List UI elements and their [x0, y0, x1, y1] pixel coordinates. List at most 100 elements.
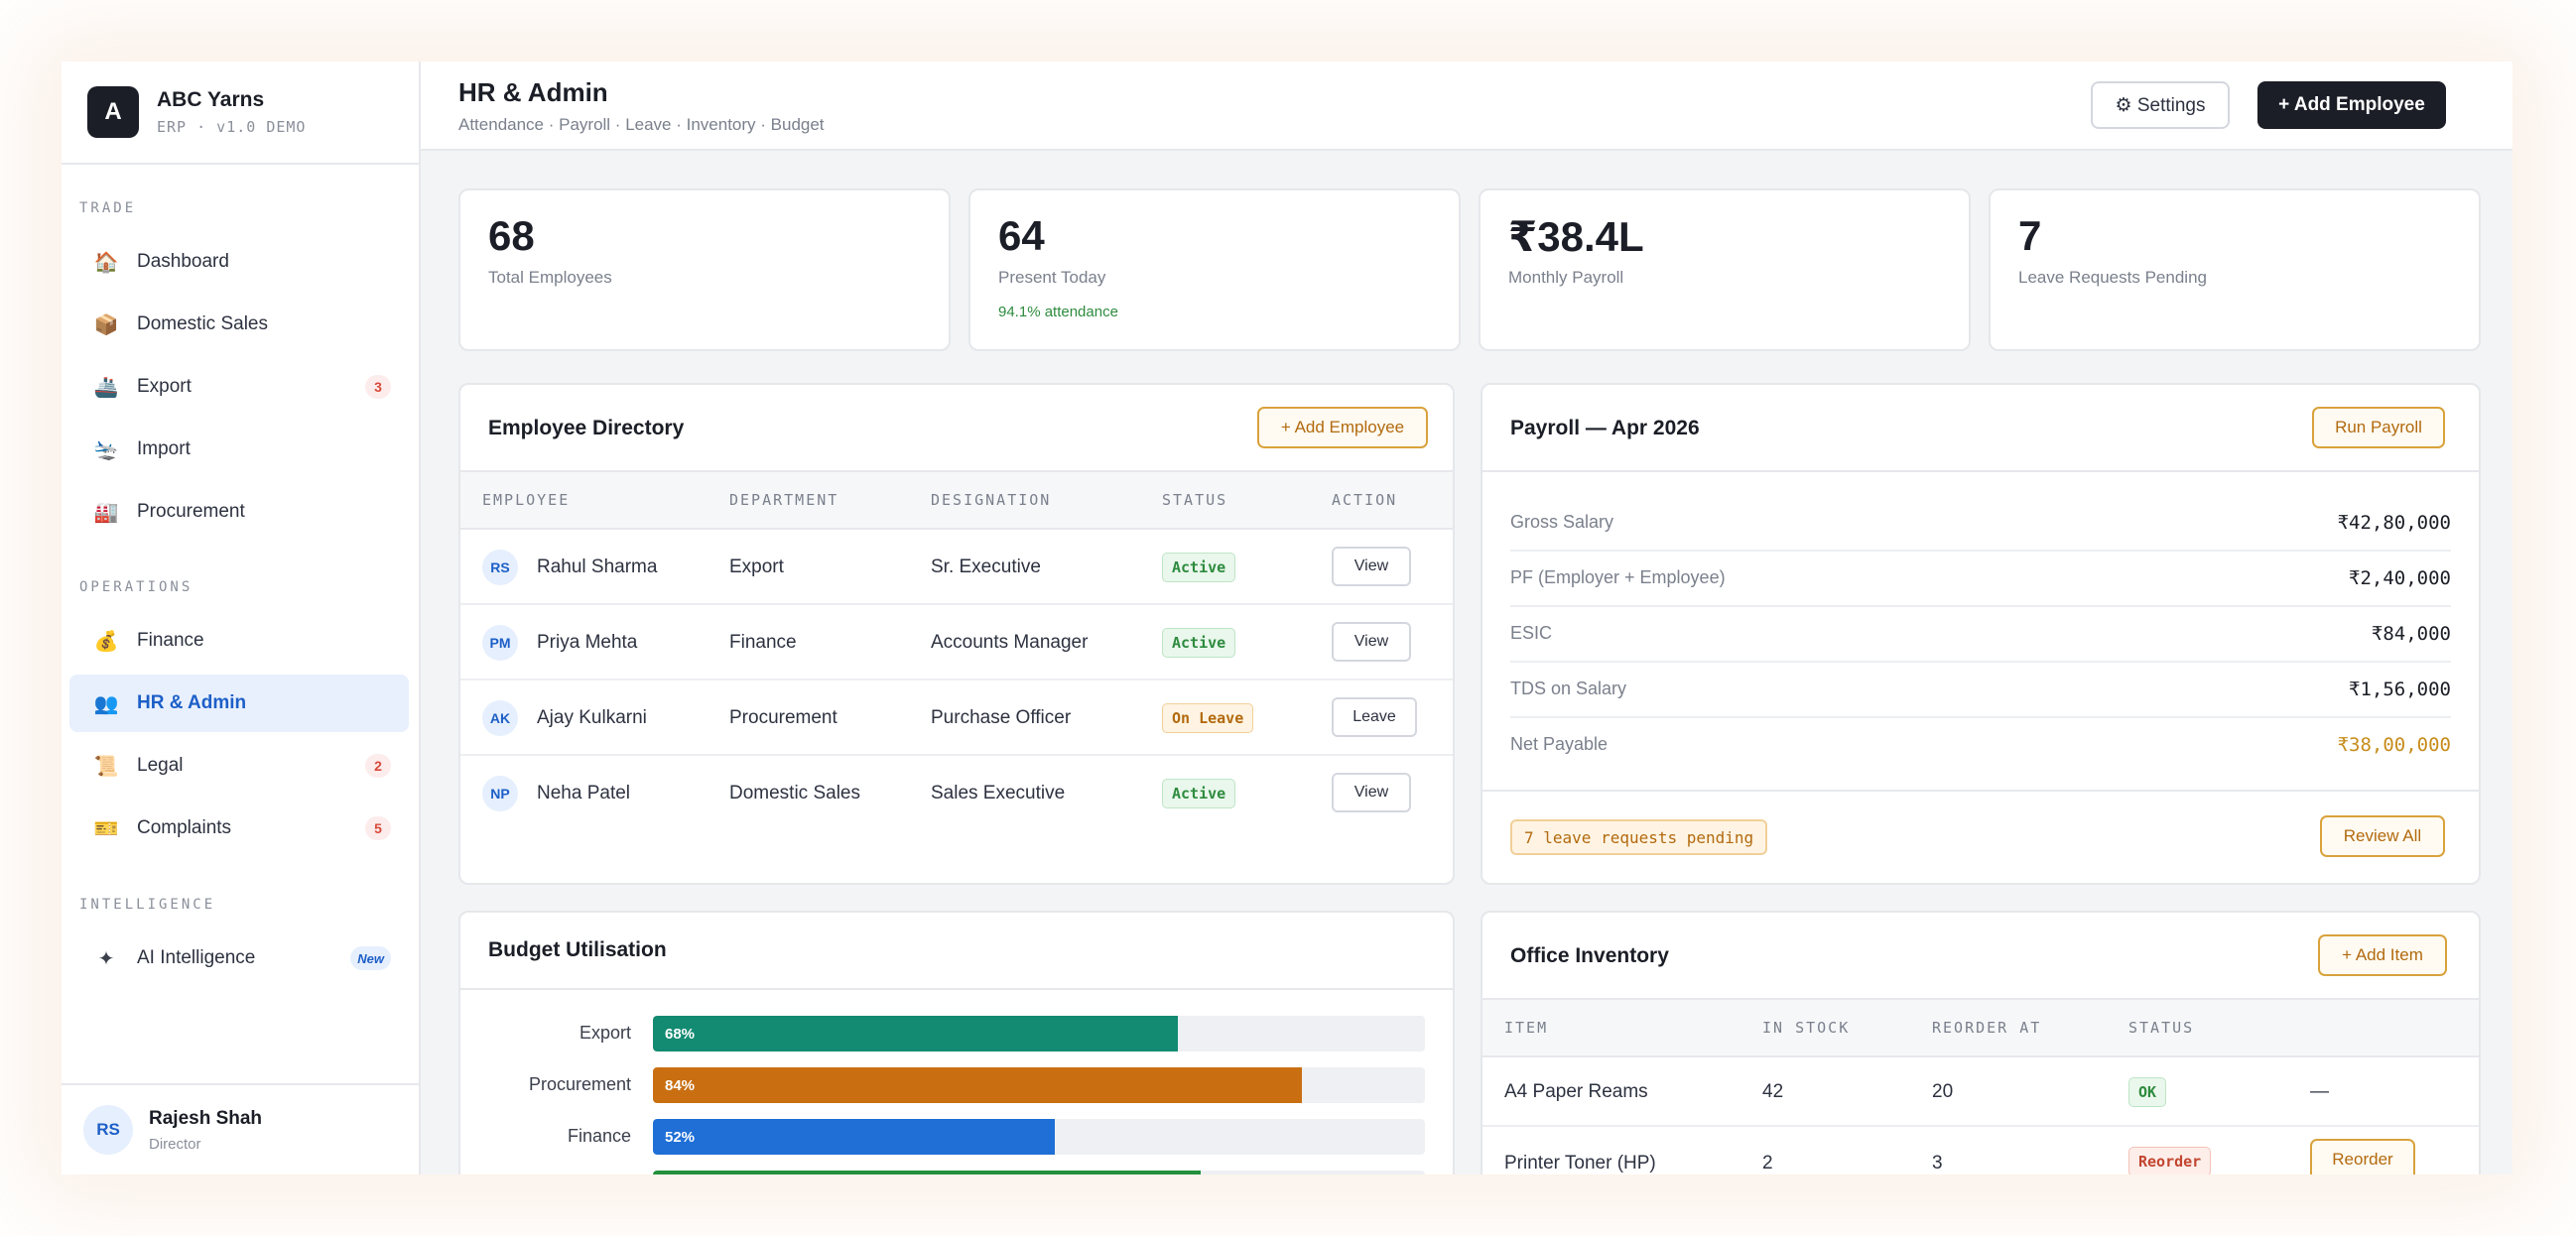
employee-designation: Accounts Manager	[931, 632, 1089, 653]
sidebar-item-dashboard[interactable]: 🏠 Dashboard	[69, 233, 409, 291]
budget-label: Procurement	[528, 1074, 631, 1094]
column-header: STATUS	[2128, 1019, 2195, 1037]
stat-value: 64	[998, 212, 1045, 259]
sparkle-icon: ✦	[97, 947, 115, 970]
brand-logo[interactable]: A	[87, 86, 139, 138]
sidebar-item-complaints[interactable]: 🎫 Complaints 5	[69, 800, 409, 857]
payroll-row: Gross Salary ₹42,80,000	[1510, 496, 2451, 552]
topbar: HR & Admin Attendance · Payroll · Leave …	[421, 62, 2512, 151]
budget-track: 68%	[653, 1016, 1425, 1051]
column-header: ITEM	[1504, 1019, 1549, 1037]
sidebar-item-label: Finance	[137, 630, 204, 651]
view-button[interactable]: View	[1332, 622, 1411, 662]
status-badge: Active	[1162, 779, 1236, 808]
no-action-dash: —	[2310, 1081, 2329, 1102]
payroll-label: Gross Salary	[1510, 512, 1614, 532]
payroll-row: ESIC ₹84,000	[1510, 607, 2451, 663]
item-reorder-at: 20	[1932, 1081, 1954, 1102]
payroll-label: PF (Employer + Employee)	[1510, 567, 1726, 587]
employee-name: Rahul Sharma	[537, 556, 658, 577]
employee-designation: Sales Executive	[931, 783, 1066, 803]
stat-label: Present Today	[998, 268, 1106, 287]
column-header: DEPARTMENT	[729, 491, 839, 509]
budget-label: Export	[579, 1023, 631, 1043]
budget-track: 52%	[653, 1119, 1425, 1155]
employee-designation: Sr. Executive	[931, 556, 1041, 577]
view-button[interactable]: View	[1332, 773, 1411, 812]
avatar: AK	[482, 700, 518, 736]
view-button[interactable]: View	[1332, 547, 1411, 586]
employee-department: Domestic Sales	[729, 783, 860, 803]
column-header: REORDER AT	[1932, 1019, 2042, 1037]
sidebar-item-label: Legal	[137, 755, 184, 776]
table-row[interactable]: NP Neha Patel Domestic Sales Sales Execu…	[460, 756, 1453, 831]
sidebar-item-finance[interactable]: 💰 Finance	[69, 612, 409, 670]
sidebar-item-label: Export	[137, 376, 192, 397]
sidebar-item-label: AI Intelligence	[137, 947, 256, 968]
avatar: NP	[482, 776, 518, 811]
section-label-operations: OPERATIONS	[79, 579, 193, 595]
payroll-value: ₹1,56,000	[2349, 679, 2451, 700]
sidebar: A ABC Yarns ERP · v1.0 DEMO TRADE 🏠 Dash…	[62, 62, 421, 1174]
payroll-label: Net Payable	[1510, 734, 1609, 754]
count-badge: 2	[365, 754, 391, 778]
budget-bar: 84%	[653, 1067, 1302, 1103]
table-row[interactable]: RS Rahul Sharma Export Sr. Executive Act…	[460, 530, 1453, 605]
sidebar-item-legal[interactable]: 📜 Legal 2	[69, 737, 409, 795]
pending-leave-pill[interactable]: 7 leave requests pending	[1510, 819, 1768, 855]
brand-version: ERP · v1.0 DEMO	[157, 118, 307, 136]
section-label-trade: TRADE	[79, 200, 137, 216]
table-row[interactable]: Printer Toner (HP) 2 3 Reorder Reorder	[1482, 1127, 2479, 1174]
budget-track	[653, 1171, 1425, 1174]
plane-icon: 🛬	[93, 438, 119, 461]
stat-label: Total Employees	[488, 268, 612, 287]
item-name: Printer Toner (HP)	[1504, 1153, 1656, 1174]
sidebar-item-ai-intelligence[interactable]: ✦ AI Intelligence New	[69, 929, 409, 987]
sidebar-item-label: Domestic Sales	[137, 313, 268, 334]
count-badge: 5	[365, 816, 391, 840]
item-stock: 42	[1762, 1081, 1784, 1102]
employee-department: Export	[729, 556, 784, 577]
table-row[interactable]: A4 Paper Reams 42 20 OK —	[1482, 1057, 2479, 1127]
sidebar-item-domestic-sales[interactable]: 📦 Domestic Sales	[69, 296, 409, 353]
column-header: IN STOCK	[1762, 1019, 1851, 1037]
sidebar-item-procurement[interactable]: 🏭 Procurement	[69, 483, 409, 541]
settings-button[interactable]: ⚙ Settings	[2091, 81, 2230, 129]
count-badge: 3	[365, 375, 391, 399]
status-badge: OK	[2128, 1077, 2167, 1107]
sidebar-item-export[interactable]: 🚢 Export 3	[69, 358, 409, 416]
leave-button[interactable]: Leave	[1332, 697, 1417, 737]
employee-name: Priya Mehta	[537, 632, 638, 653]
ticket-icon: 🎫	[93, 817, 119, 840]
stat-card-present-today: 64 Present Today 94.1% attendance	[968, 188, 1461, 351]
current-user[interactable]: RS Rajesh Shah Director	[62, 1083, 419, 1174]
table-row[interactable]: PM Priya Mehta Finance Accounts Manager …	[460, 605, 1453, 680]
stat-value: 68	[488, 212, 535, 259]
stat-value: 7	[2018, 212, 2042, 259]
sidebar-item-label: Import	[137, 438, 191, 459]
payroll-label: TDS on Salary	[1510, 679, 1627, 698]
column-header: EMPLOYEE	[482, 491, 571, 509]
add-employee-button[interactable]: + Add Employee	[2257, 81, 2446, 129]
add-item-button[interactable]: + Add Item	[2318, 934, 2447, 976]
budget-card: Budget Utilisation Export 68% Procurement 8…	[458, 911, 1455, 1174]
table-row[interactable]: AK Ajay Kulkarni Procurement Purchase Of…	[460, 680, 1453, 756]
package-icon: 📦	[93, 313, 119, 336]
sidebar-item-import[interactable]: 🛬 Import	[69, 421, 409, 478]
add-employee-button[interactable]: + Add Employee	[1257, 407, 1428, 448]
stat-label: Leave Requests Pending	[2018, 268, 2207, 287]
employee-name: Ajay Kulkarni	[537, 707, 647, 728]
reorder-button[interactable]: Reorder	[2310, 1139, 2415, 1174]
people-icon: 👥	[93, 692, 119, 715]
payroll-row: TDS on Salary ₹1,56,000	[1510, 663, 2451, 718]
review-all-button[interactable]: Review All	[2320, 815, 2445, 857]
sidebar-item-label: HR & Admin	[137, 692, 247, 713]
card-title: Payroll — Apr 2026	[1510, 417, 1700, 439]
run-payroll-button[interactable]: Run Payroll	[2312, 407, 2445, 448]
employee-name: Neha Patel	[537, 783, 631, 803]
attendance-note: 94.1% attendance	[998, 304, 1118, 320]
payroll-label: ESIC	[1510, 623, 1553, 643]
avatar: RS	[83, 1105, 133, 1155]
sidebar-item-hr-admin[interactable]: 👥 HR & Admin	[69, 675, 409, 732]
avatar: PM	[482, 625, 518, 661]
